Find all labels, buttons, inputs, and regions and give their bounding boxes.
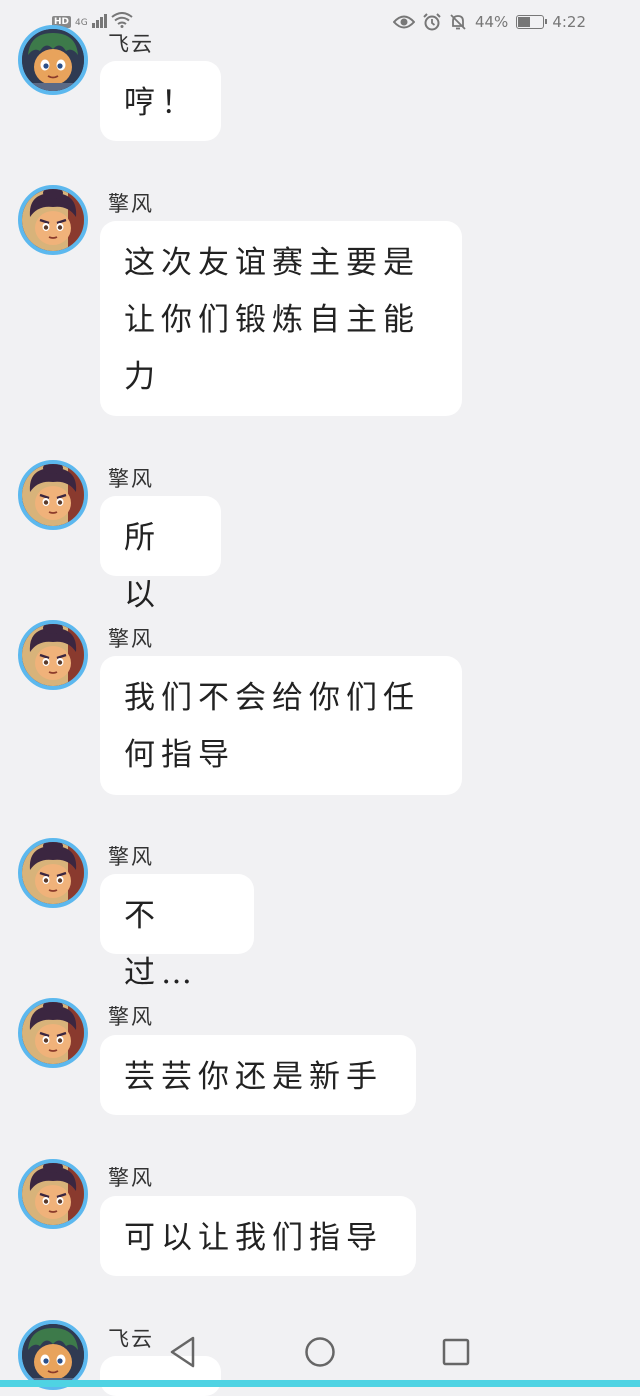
sender-name: 飞云 — [108, 32, 154, 56]
avatar[interactable] — [18, 25, 88, 95]
status-right: 44% 4:22 — [392, 13, 586, 31]
mute-bell-icon — [450, 14, 466, 30]
home-circle-icon — [305, 1337, 335, 1367]
status-bar: HD 4G 44% 4:22 — [0, 0, 640, 46]
wifi-icon — [111, 12, 133, 28]
back-button[interactable] — [163, 1332, 203, 1372]
message-bubble[interactable]: 芸芸你还是新手 — [100, 1035, 416, 1115]
message-bubble[interactable]: 这次友谊赛主要是让你们锻炼自主能力 — [100, 221, 462, 416]
alarm-icon — [423, 13, 441, 31]
recents-button[interactable] — [436, 1332, 476, 1372]
avatar[interactable] — [18, 998, 88, 1068]
sender-name: 擎风 — [108, 1005, 154, 1029]
sender-name: 擎风 — [108, 467, 154, 491]
message-bubble[interactable]: 不过… — [100, 874, 254, 991]
message-bubble[interactable]: 可以让我们指导 — [100, 1196, 416, 1276]
home-button[interactable] — [300, 1332, 340, 1372]
avatar[interactable] — [18, 620, 88, 690]
clock: 4:22 — [552, 13, 586, 31]
sender-name: 擎风 — [108, 1166, 154, 1190]
status-left: HD 4G — [52, 12, 133, 28]
avatar[interactable] — [18, 460, 88, 530]
battery-percent: 44% — [474, 13, 509, 31]
avatar[interactable] — [18, 1159, 88, 1229]
recents-square-icon — [442, 1338, 470, 1366]
avatar[interactable] — [18, 838, 88, 908]
eye-icon — [392, 15, 415, 29]
signal-icon — [91, 12, 107, 28]
message-bubble[interactable]: 哼！ — [100, 61, 221, 141]
back-triangle-icon — [170, 1336, 195, 1368]
sender-name: 擎风 — [108, 627, 154, 651]
sender-name: 擎风 — [108, 192, 154, 216]
sender-name: 擎风 — [108, 845, 154, 869]
message-bubble[interactable]: 我们不会给你们任何指导 — [100, 656, 462, 795]
message-bubble[interactable]: 所以 — [100, 496, 221, 613]
navigation-bar — [0, 1310, 640, 1387]
avatar[interactable] — [18, 185, 88, 255]
bottom-accent-strip — [0, 1380, 640, 1387]
network-type: 4G — [75, 18, 88, 28]
battery-icon — [516, 15, 548, 29]
